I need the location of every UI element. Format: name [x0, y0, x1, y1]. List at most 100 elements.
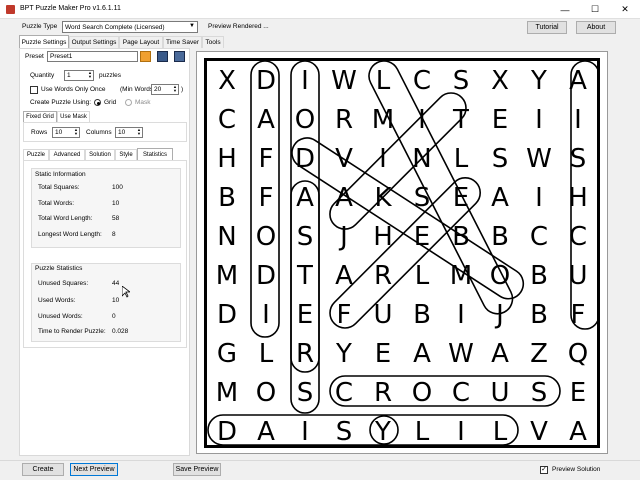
create-button[interactable]: Create	[22, 463, 64, 476]
preset-input[interactable]: Preset1	[47, 51, 138, 62]
grid-cell: I	[457, 417, 465, 447]
grid-cell: C	[217, 105, 237, 135]
quantity-stepper[interactable]: 1 ▲ ▼	[64, 70, 94, 81]
tab-style[interactable]: Style	[115, 149, 137, 160]
use-words-once-label: Use Words Only Once	[41, 86, 106, 93]
quantity-suffix: puzzles	[99, 72, 122, 79]
grid-cell: B	[530, 300, 548, 330]
grid-cell: Y	[375, 417, 391, 447]
open-folder-icon[interactable]	[140, 51, 151, 62]
grid-cell: I	[574, 105, 582, 135]
grid-cell: I	[262, 300, 270, 330]
title-bar: BPT Puzzle Maker Pro v1.6.1.11 — ☐ ✕	[0, 0, 640, 19]
tab-output-settings[interactable]: Output Settings	[69, 36, 119, 48]
min-words-stepper[interactable]: 20 ▲ ▼	[151, 84, 179, 95]
grid-cell: A	[569, 66, 587, 96]
preview-solution-label: Preview Solution	[552, 466, 601, 473]
preview-solution-checkbox[interactable]: ✓	[540, 466, 548, 474]
stat-value: 100	[112, 184, 123, 191]
grid-cell: W	[448, 339, 474, 369]
puzzle-type-value: Word Search Complete (Licensed)	[65, 23, 165, 31]
grid-cell: A	[257, 105, 275, 135]
use-words-once-checkbox[interactable]	[30, 86, 38, 94]
tab-puzzle-settings[interactable]: Puzzle Settings	[19, 35, 69, 48]
grid-cell: W	[526, 144, 552, 174]
stat-label: Longest Word Length:	[38, 231, 102, 238]
stat-label: Time to Render Puzzle:	[38, 328, 106, 335]
grid-cell: H	[373, 222, 393, 252]
grid-cell: L	[258, 339, 274, 369]
grid-cell: W	[331, 66, 357, 96]
grid-cell: L	[414, 417, 430, 447]
grid-cell: I	[418, 105, 426, 135]
grid-cell: M	[215, 261, 239, 291]
stat-label: Total Word Length:	[38, 215, 93, 222]
stat-value: 10	[112, 200, 120, 207]
grid-cell: D	[216, 417, 238, 447]
columns-stepper[interactable]: 10 ▲ ▼	[115, 127, 143, 138]
about-button[interactable]: About	[576, 21, 616, 34]
minimize-button[interactable]: —	[550, 0, 580, 19]
quantity-value: 1	[67, 72, 71, 79]
grid-cell: I	[457, 300, 465, 330]
grid-cell: F	[336, 300, 352, 330]
tab-fixed-grid[interactable]: Fixed Grid	[23, 111, 57, 122]
tab-tools[interactable]: Tools	[202, 36, 224, 48]
spin-arrows-icon: ▲ ▼	[137, 127, 141, 136]
stat-value: 8	[112, 231, 116, 238]
grid-cell: I	[535, 105, 543, 135]
grid-cell: S	[296, 378, 314, 408]
grid-cell: E	[413, 222, 431, 252]
grid-cell: C	[334, 378, 354, 408]
rows-value: 10	[55, 129, 63, 136]
maximize-button[interactable]: ☐	[580, 0, 610, 19]
tab-page-layout[interactable]: Page Layout	[119, 36, 163, 48]
grid-cell: I	[301, 66, 309, 96]
spin-arrows-icon: ▲ ▼	[74, 127, 78, 136]
grid-cell: Z	[530, 339, 548, 369]
grid-cell: C	[529, 222, 549, 252]
grid-cell: Y	[336, 339, 352, 369]
close-button[interactable]: ✕	[610, 0, 640, 19]
tab-time-saver[interactable]: Time Saver	[163, 36, 202, 48]
min-words-close: )	[181, 86, 184, 93]
grid-cell: L	[414, 261, 430, 291]
stat-value: 0.028	[112, 328, 129, 335]
grid-cell: R	[295, 339, 315, 369]
min-words-value: 20	[154, 86, 162, 93]
spin-arrows-icon: ▲ ▼	[88, 70, 92, 79]
tab-puzzle[interactable]: Puzzle	[23, 149, 49, 160]
grid-radio[interactable]	[94, 99, 101, 106]
save-icon[interactable]	[157, 51, 168, 62]
grid-cell: I	[301, 417, 309, 447]
maximize-icon: ☐	[590, 4, 600, 14]
mask-radio[interactable]	[125, 99, 132, 106]
grid-cell: D	[294, 144, 316, 174]
grid-cell: A	[296, 183, 314, 213]
puzzle-type-select[interactable]: Word Search Complete (Licensed) ▼	[62, 21, 198, 33]
tab-use-mask[interactable]: Use Mask	[57, 111, 90, 122]
save-as-icon[interactable]	[174, 51, 185, 62]
grid-cell: S	[569, 144, 587, 174]
tab-statistics[interactable]: Statistics	[137, 148, 173, 160]
grid-option-label: Grid	[104, 99, 117, 106]
rows-stepper[interactable]: 10 ▲ ▼	[52, 127, 80, 138]
tab-solution[interactable]: Solution	[85, 149, 115, 160]
grid-cell: B	[413, 300, 431, 330]
grid-cell: T	[297, 261, 313, 291]
grid-cell: F	[258, 144, 274, 174]
grid-cell: I	[379, 144, 387, 174]
rows-label: Rows	[31, 129, 48, 136]
tab-advanced[interactable]: Advanced	[49, 149, 85, 160]
next-preview-button[interactable]: Next Preview	[70, 463, 118, 476]
grid-cell: J	[340, 222, 348, 252]
grid-cell: F	[570, 300, 586, 330]
save-preview-button[interactable]: Save Preview	[173, 463, 221, 476]
grid-cell: B	[530, 261, 548, 291]
close-icon: ✕	[621, 4, 629, 14]
columns-value: 10	[118, 129, 126, 136]
tutorial-button[interactable]: Tutorial	[527, 21, 567, 34]
grid-cell: Y	[531, 66, 547, 96]
grid-cell: H	[217, 144, 237, 174]
grid-cell: A	[257, 417, 275, 447]
